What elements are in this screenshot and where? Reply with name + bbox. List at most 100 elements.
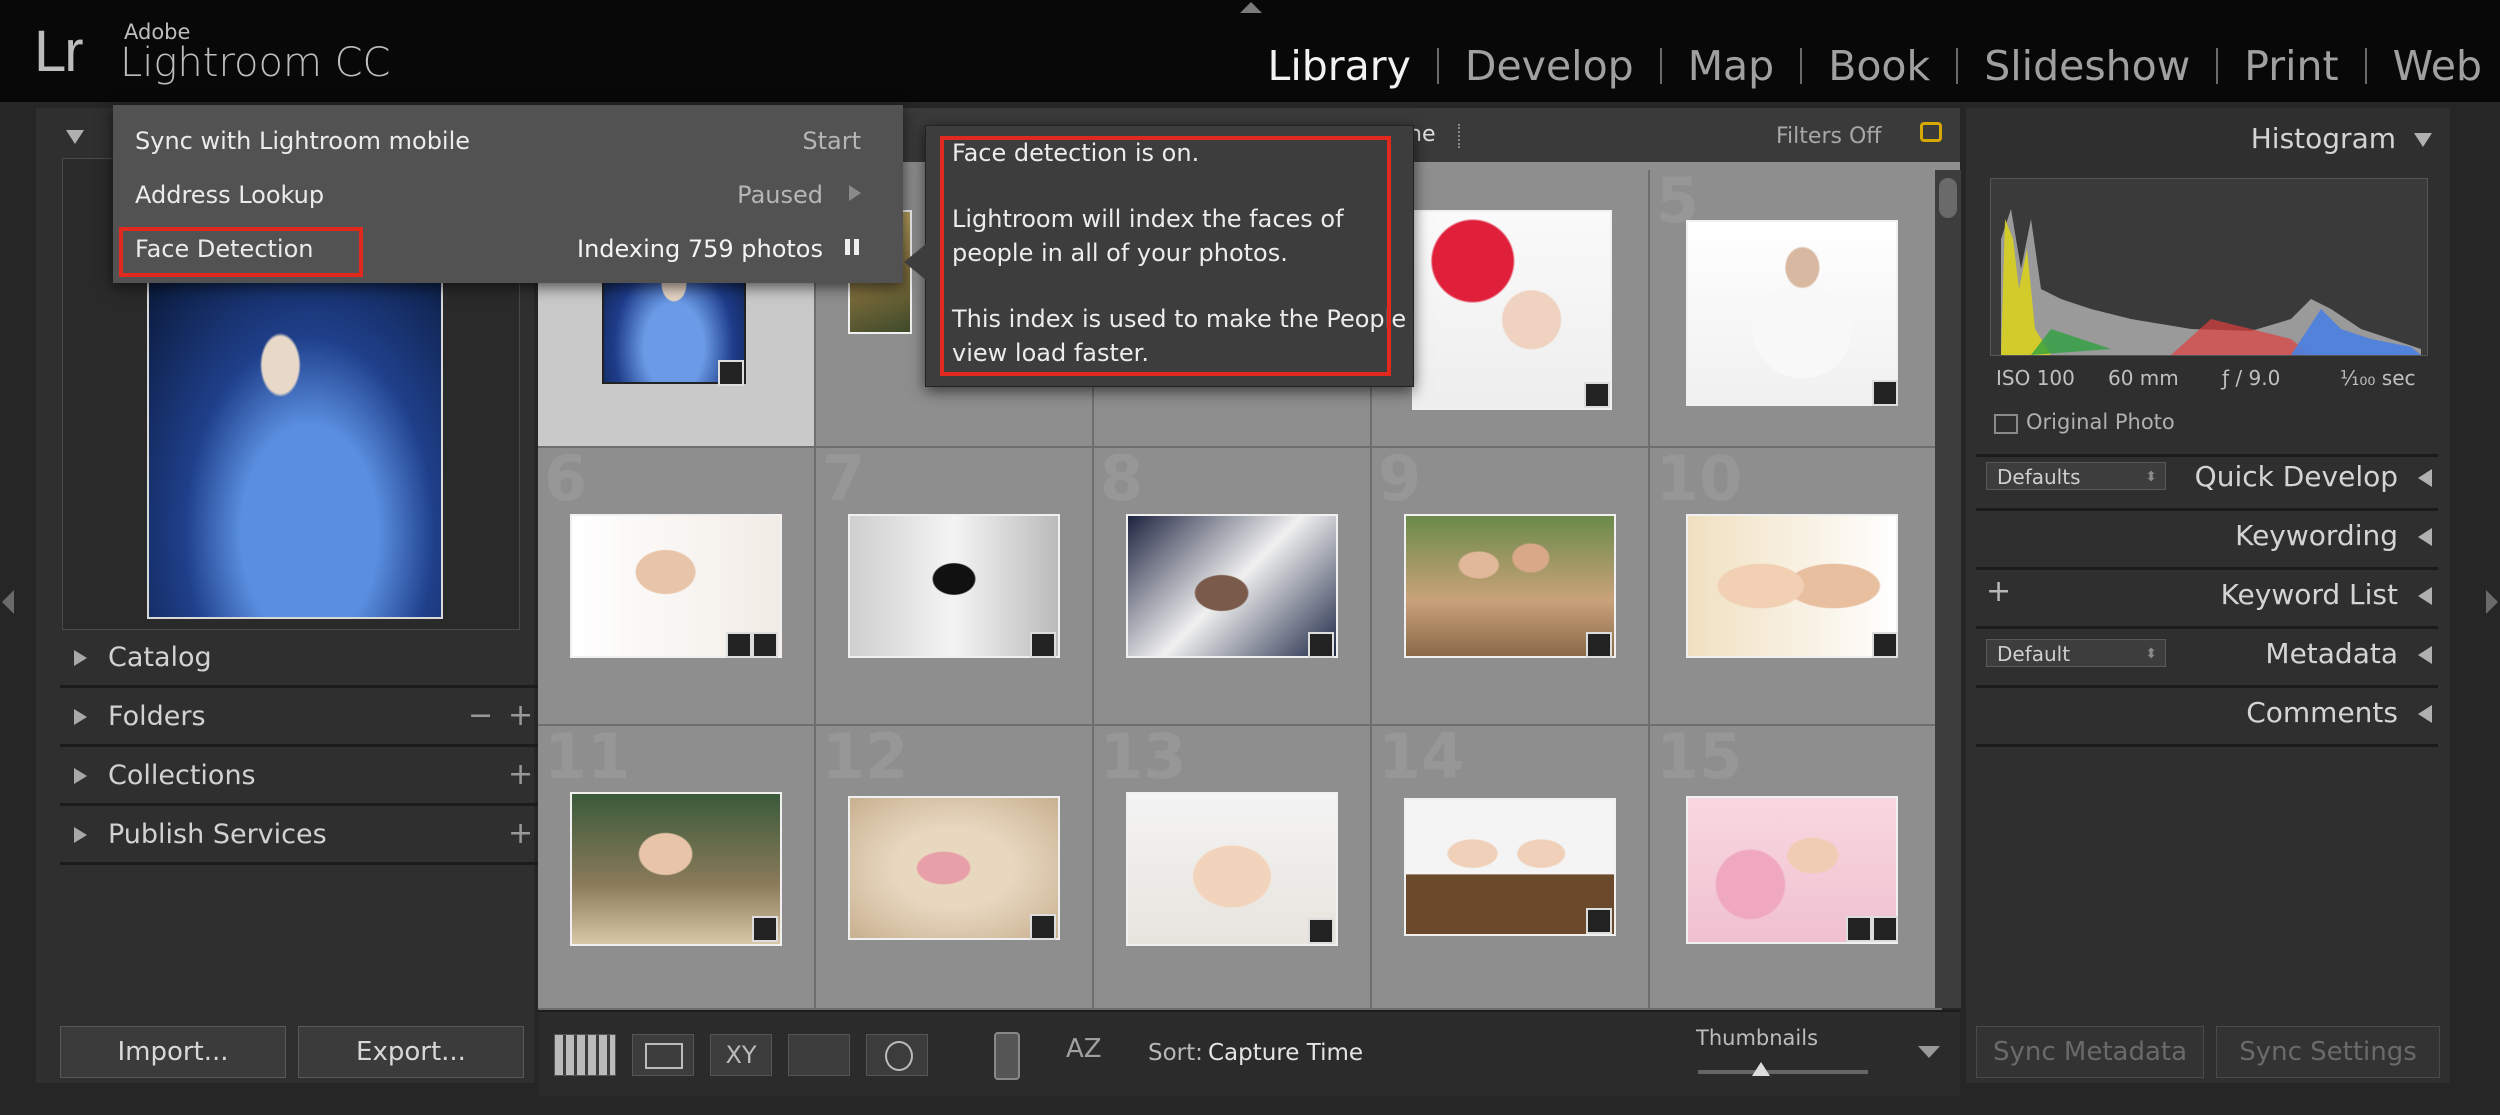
photo-thumbnail[interactable]: [848, 514, 1060, 658]
top-bar: Lr Adobe Lightroom CC Library Develop Ma…: [0, 0, 2500, 102]
survey-view-button[interactable]: [788, 1034, 850, 1076]
slider-thumb[interactable]: [1752, 1062, 1770, 1076]
histogram-chart: [1990, 178, 2428, 356]
module-web[interactable]: Web: [2367, 42, 2482, 90]
original-photo-label: Original Photo: [2026, 410, 2175, 434]
photo-thumbnail[interactable]: [848, 796, 1060, 940]
module-library[interactable]: Library: [1242, 42, 1437, 90]
cell-number: 11: [544, 726, 631, 793]
keyword-list-header[interactable]: Keyword List: [2221, 578, 2432, 611]
photo-thumbnail[interactable]: [1404, 798, 1616, 936]
histogram-header[interactable]: Histogram: [2251, 122, 2432, 155]
activity-center-menu: Sync with Lightroom mobile Start Address…: [113, 105, 903, 283]
collapse-icon: [2414, 133, 2432, 147]
grid-cell[interactable]: 5: [1650, 170, 1942, 448]
scrollbar-thumb[interactable]: [1939, 178, 1957, 218]
module-book[interactable]: Book: [1802, 42, 1956, 90]
quick-develop-header[interactable]: Quick Develop: [2195, 460, 2432, 493]
plus-icon[interactable]: +: [508, 757, 533, 792]
publish-services-section[interactable]: Publish Services +: [60, 808, 538, 865]
sort-label: Sort:: [1148, 1040, 1203, 1066]
module-develop[interactable]: Develop: [1439, 42, 1660, 90]
grid-view-button[interactable]: [554, 1034, 616, 1076]
photo-thumbnail[interactable]: [1404, 514, 1616, 658]
expand-icon: [2418, 705, 2432, 723]
cell-number: 6: [544, 448, 588, 515]
compare-view-button[interactable]: XY: [710, 1034, 772, 1076]
metadata-header[interactable]: Metadata: [2265, 637, 2432, 670]
grid-scrollbar[interactable]: [1935, 170, 1961, 1008]
plus-icon[interactable]: +: [508, 698, 533, 733]
module-map[interactable]: Map: [1662, 42, 1801, 90]
sync-mobile-item[interactable]: Sync with Lightroom mobile Start: [135, 115, 881, 165]
import-button[interactable]: Import...: [60, 1026, 286, 1078]
grid-cell[interactable]: 6: [538, 448, 816, 726]
people-view-button[interactable]: [866, 1034, 928, 1076]
histogram-graph: [2001, 209, 2421, 355]
folders-label: Folders: [108, 701, 206, 732]
sort-direction-icon[interactable]: AZ: [1066, 1034, 1102, 1064]
photo-thumbnail[interactable]: [1126, 792, 1338, 946]
grid-cell[interactable]: 14: [1372, 726, 1650, 1010]
photo-thumbnail[interactable]: [1126, 514, 1338, 658]
thumbnail-size-slider[interactable]: [1698, 1070, 1868, 1074]
sync-settings-button[interactable]: Sync Settings: [2216, 1026, 2440, 1078]
edit-badge-icon: [1846, 916, 1872, 942]
sort-value-dropdown[interactable]: Capture Time: [1208, 1040, 1363, 1066]
grid-cell[interactable]: 15: [1650, 726, 1942, 1010]
play-icon[interactable]: [849, 185, 861, 201]
panel-divider: [1976, 508, 2438, 511]
grid-cell[interactable]: 7: [816, 448, 1094, 726]
folders-section[interactable]: Folders − +: [60, 690, 538, 747]
filters-off-dropdown[interactable]: Filters Off: [1776, 124, 1881, 149]
module-print[interactable]: Print: [2218, 42, 2364, 90]
menu-item-label: Address Lookup: [135, 181, 325, 209]
expand-icon: [2418, 469, 2432, 487]
photo-thumbnail[interactable]: [1412, 210, 1612, 410]
lock-icon[interactable]: [1920, 122, 1942, 142]
add-keyword-icon[interactable]: +: [1986, 574, 2011, 609]
cell-number: 15: [1656, 726, 1743, 793]
minus-icon[interactable]: −: [468, 698, 493, 733]
grid-cell[interactable]: 8: [1094, 448, 1372, 726]
export-button[interactable]: Export...: [298, 1026, 524, 1078]
pause-icon[interactable]: [845, 239, 859, 255]
plus-icon[interactable]: +: [508, 816, 533, 851]
painter-icon[interactable]: [994, 1032, 1020, 1080]
sync-start-action[interactable]: Start: [802, 127, 861, 155]
focal-readout: 60 mm: [2108, 366, 2179, 390]
metadata-preset-dropdown[interactable]: Default ⬍: [1986, 639, 2166, 667]
edit-badge-icon: [1030, 914, 1056, 940]
grid-cell[interactable]: 11: [538, 726, 816, 1010]
module-slideshow[interactable]: Slideshow: [1958, 42, 2216, 90]
comments-header[interactable]: Comments: [2246, 696, 2432, 729]
expand-right-panel-icon[interactable]: [2486, 590, 2498, 614]
crop-badge-icon: [752, 632, 778, 658]
address-lookup-item[interactable]: Address Lookup Paused: [135, 169, 881, 219]
grid-cell[interactable]: 9: [1372, 448, 1650, 726]
loupe-view-button[interactable]: [632, 1034, 694, 1076]
edit-badge-icon: [1872, 380, 1898, 406]
photo-thumbnail[interactable]: [1686, 220, 1898, 406]
collapse-top-panel-icon[interactable]: [1240, 2, 1262, 13]
grid-cell[interactable]: 12: [816, 726, 1094, 1010]
quick-develop-preset-dropdown[interactable]: Defaults ⬍: [1986, 462, 2166, 490]
grid-cell[interactable]: 10: [1650, 448, 1942, 726]
catalog-section[interactable]: Catalog: [60, 631, 538, 688]
expand-left-panel-icon[interactable]: [2, 590, 14, 614]
publish-services-label: Publish Services: [108, 819, 327, 850]
navigator-collapse-icon[interactable]: [66, 130, 84, 144]
grid-cell[interactable]: 13: [1094, 726, 1372, 1010]
edit-badge-icon: [718, 360, 744, 386]
keywording-header[interactable]: Keywording: [2235, 519, 2432, 552]
aperture-readout: ƒ / 9.0: [2222, 366, 2281, 390]
expand-icon: [74, 650, 87, 666]
panel-divider: [1976, 744, 2438, 747]
original-photo-checkbox[interactable]: [1994, 414, 2018, 434]
photo-thumbnail[interactable]: [570, 792, 782, 946]
collections-section[interactable]: Collections +: [60, 749, 538, 806]
photo-thumbnail[interactable]: [1686, 514, 1898, 658]
sync-metadata-button[interactable]: Sync Metadata: [1976, 1026, 2204, 1078]
edit-badge-icon: [726, 632, 752, 658]
toolbar-menu-icon[interactable]: [1918, 1046, 1940, 1058]
